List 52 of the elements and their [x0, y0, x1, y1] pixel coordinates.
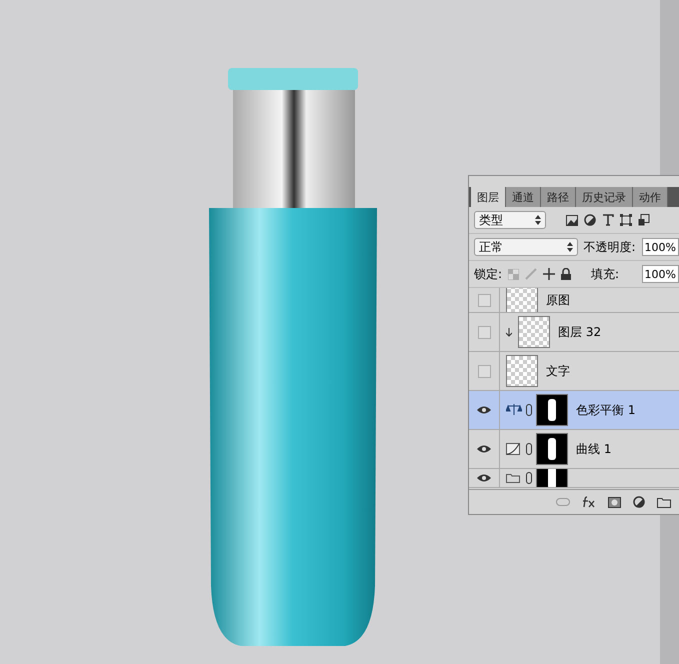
mask-icon[interactable]	[608, 496, 621, 508]
move-icon[interactable]	[543, 268, 556, 280]
panel-tab[interactable]: 通道	[506, 187, 541, 207]
layer-row[interactable]: 图层 32	[469, 313, 679, 352]
filter-select[interactable]: 类型	[474, 211, 546, 229]
layer-name: 文字	[546, 362, 570, 380]
layer-thumbnail	[518, 316, 550, 348]
scales-icon	[506, 404, 522, 416]
fill-field[interactable]: 100%	[642, 265, 679, 283]
layer-name: 图层 32	[558, 324, 602, 340]
text-type-icon[interactable]	[602, 214, 614, 226]
smart-object-icon[interactable]	[638, 214, 650, 226]
chain-icon	[526, 472, 532, 484]
updown-caret-icon	[535, 215, 541, 225]
layer-thumbnail	[506, 288, 538, 312]
half-circle-icon[interactable]	[633, 496, 645, 508]
fill-label: 填充:	[591, 266, 620, 282]
curves-icon	[506, 443, 520, 455]
chain-icon	[526, 404, 532, 416]
bottle-mask-icon	[548, 469, 556, 487]
lock-icon[interactable]	[561, 268, 572, 280]
transform-icon[interactable]	[620, 214, 632, 226]
folder-icon[interactable]	[657, 496, 671, 508]
eye-icon[interactable]	[477, 474, 491, 482]
fx-icon[interactable]	[582, 496, 596, 508]
checker-icon[interactable]	[508, 268, 520, 280]
bottle-mask-icon	[548, 438, 556, 460]
panel-tab[interactable]: 动作	[633, 187, 668, 207]
panel-tab[interactable]: 图层	[471, 187, 506, 207]
layer-row[interactable]	[469, 469, 679, 488]
layer-name: 曲线 1	[576, 440, 612, 458]
layer-row[interactable]: 文字	[469, 352, 679, 391]
panel-tab[interactable]: 历史记录	[576, 187, 633, 207]
image-icon[interactable]	[566, 214, 578, 226]
panel-tab[interactable]: 路径	[541, 187, 576, 207]
layer-row[interactable]: 色彩平衡 1	[469, 391, 679, 430]
eye-icon[interactable]	[477, 445, 491, 453]
layer-row[interactable]: 原图	[469, 288, 679, 313]
layer-name: 原图	[546, 292, 570, 308]
blend-mode-select[interactable]: 正常	[474, 238, 578, 256]
opacity-label: 不透明度:	[584, 238, 636, 256]
eye-icon[interactable]	[477, 406, 491, 414]
bottle-mask-icon	[548, 399, 556, 421]
updown-caret-icon	[566, 242, 572, 252]
layer-row[interactable]: 曲线 1	[469, 430, 679, 469]
lock-label: 锁定:	[474, 266, 502, 282]
half-circle-icon[interactable]	[584, 214, 596, 226]
folder-icon	[506, 473, 520, 483]
layer-thumbnail	[506, 355, 538, 387]
opacity-field[interactable]: 100%	[642, 238, 679, 256]
layer-name: 色彩平衡 1	[576, 402, 636, 418]
chain-icon	[526, 443, 532, 455]
